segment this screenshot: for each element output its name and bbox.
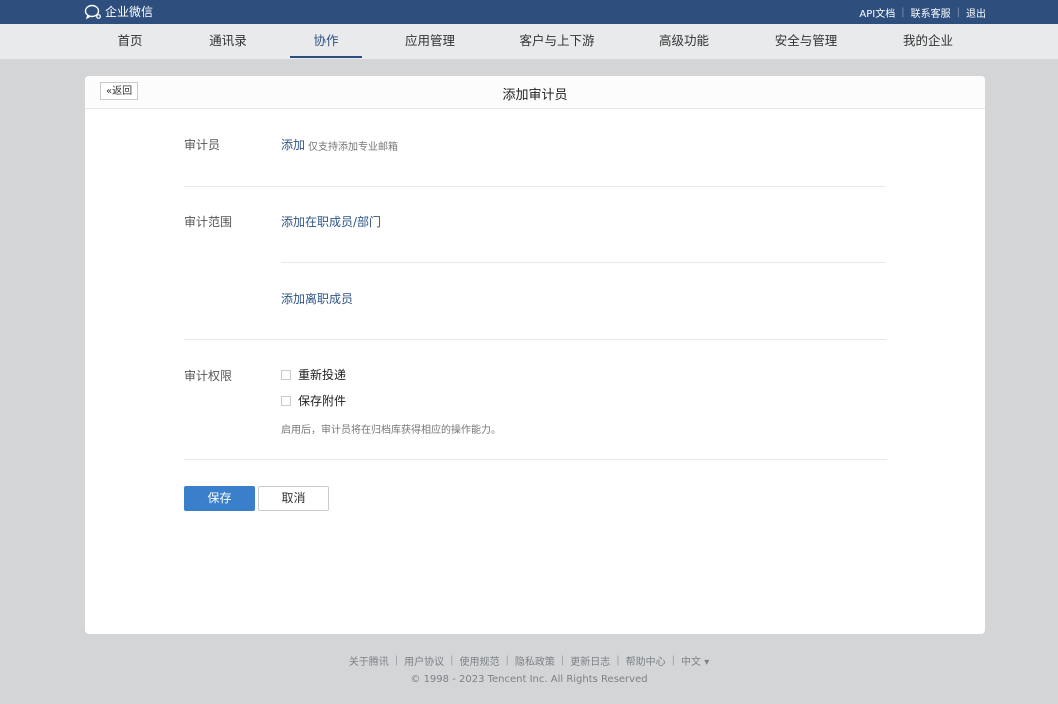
divider	[184, 339, 886, 340]
nav-my-company[interactable]: 我的企业	[892, 24, 964, 59]
permission-label: 审计权限	[184, 369, 233, 383]
logout-link[interactable]: 退出	[966, 5, 986, 20]
footer-link-changelog[interactable]: 更新日志	[570, 653, 610, 668]
footer-link-about[interactable]: 关于腾讯	[349, 653, 389, 668]
top-links: API文档 | 联系客服 | 退出	[859, 5, 986, 20]
scope-label: 审计范围	[184, 215, 233, 229]
save-button[interactable]: 保存	[184, 486, 255, 511]
separator: |	[394, 655, 399, 666]
permission-hint: 启用后，审计员将在归档库获得相应的操作能力。	[281, 425, 501, 436]
footer-link-terms[interactable]: 用户协议	[404, 653, 444, 668]
footer-link-help[interactable]: 帮助中心	[626, 653, 666, 668]
save-attachment-label: 保存附件	[298, 394, 347, 408]
nav-security[interactable]: 安全与管理	[764, 24, 848, 59]
brand-name: 企业微信	[105, 5, 154, 19]
content-card: «返回 添加审计员 审计员 添加 仅支持添加专业邮箱 审计范围 添加在职成员/部…	[85, 76, 985, 634]
api-docs-link[interactable]: API文档	[859, 5, 895, 20]
contact-support-link[interactable]: 联系客服	[911, 5, 951, 20]
redeliver-option[interactable]: 重新投递	[281, 366, 346, 383]
footer-link-usage[interactable]: 使用规范	[460, 653, 500, 668]
divider	[281, 262, 886, 263]
save-attachment-checkbox[interactable]	[281, 395, 291, 406]
main-nav: 首页 通讯录 协作 应用管理 客户与上下游 高级功能 安全与管理 我的企业	[0, 24, 1058, 60]
footer: 关于腾讯 | 用户协议 | 使用规范 | 隐私政策 | 更新日志 | 帮助中心 …	[0, 653, 1058, 685]
nav-app-management[interactable]: 应用管理	[394, 24, 466, 59]
add-auditor-link[interactable]: 添加	[281, 136, 305, 153]
wecom-logo-icon	[84, 4, 101, 19]
redeliver-label: 重新投递	[298, 368, 347, 382]
nav-advanced[interactable]: 高级功能	[648, 24, 720, 59]
add-departed-members-link[interactable]: 添加离职成员	[281, 290, 353, 307]
top-bar: 企业微信 API文档 | 联系客服 | 退出	[0, 0, 1058, 24]
auditor-label: 审计员	[184, 138, 221, 152]
separator: |	[505, 655, 509, 666]
brand-logo[interactable]: 企业微信	[84, 3, 153, 20]
page-title: 添加审计员	[502, 88, 568, 103]
divider	[184, 459, 887, 460]
redeliver-checkbox[interactable]	[281, 369, 291, 380]
active-tab-indicator	[290, 56, 362, 58]
separator: |	[956, 7, 960, 18]
separator: |	[616, 655, 620, 666]
separator: |	[560, 655, 565, 666]
card-header: «返回 添加审计员	[85, 76, 985, 109]
nav-contacts[interactable]: 通讯录	[198, 24, 258, 59]
nav-collaboration[interactable]: 协作	[290, 24, 362, 59]
separator: |	[901, 7, 905, 18]
nav-collaboration-label: 协作	[313, 33, 339, 48]
cancel-button[interactable]: 取消	[258, 486, 329, 511]
nav-customers[interactable]: 客户与上下游	[510, 24, 604, 59]
language-selector[interactable]: 中文 ▾	[681, 653, 709, 668]
nav-home[interactable]: 首页	[100, 24, 160, 59]
separator: |	[450, 655, 454, 666]
copyright: © 1998 - 2023 Tencent Inc. All Rights Re…	[410, 674, 648, 685]
save-attachment-option[interactable]: 保存附件	[281, 392, 346, 409]
auditor-hint: 仅支持添加专业邮箱	[308, 142, 398, 153]
separator: |	[671, 655, 676, 666]
footer-link-privacy[interactable]: 隐私政策	[515, 653, 555, 668]
add-active-members-link[interactable]: 添加在职成员/部门	[281, 213, 381, 230]
divider	[184, 186, 885, 187]
footer-links: 关于腾讯 | 用户协议 | 使用规范 | 隐私政策 | 更新日志 | 帮助中心 …	[0, 653, 1058, 668]
